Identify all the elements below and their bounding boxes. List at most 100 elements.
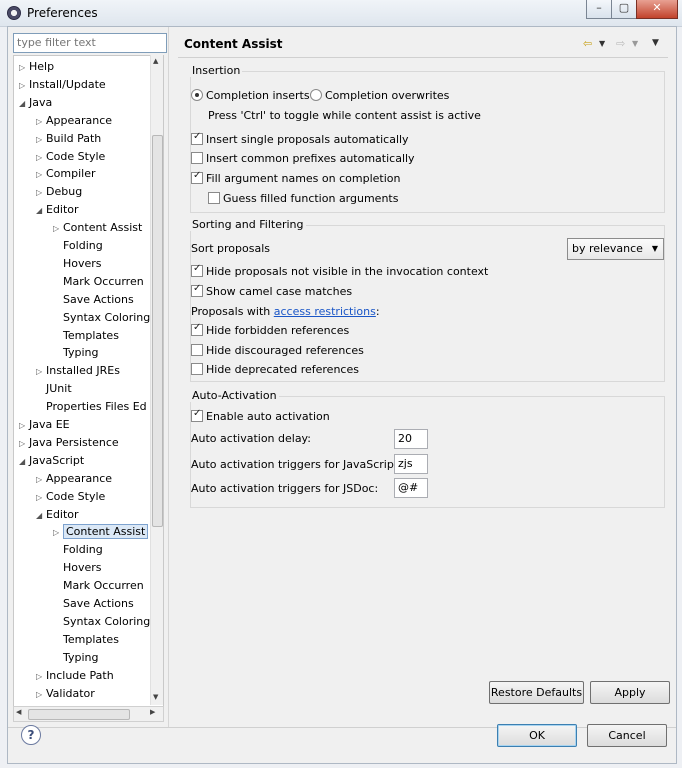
collapsed-twisty-icon[interactable]: ▷ — [36, 489, 46, 506]
hide-discouraged-checkbox[interactable]: Hide discouraged references — [191, 344, 364, 357]
checkbox-indicator[interactable] — [191, 131, 203, 145]
ok-button[interactable]: OK — [497, 724, 577, 747]
tree-item[interactable]: ▷ Java EE — [19, 416, 70, 433]
tree-item[interactable]: ▷ Validator — [36, 685, 95, 702]
auto-delay-input[interactable]: 20 — [394, 429, 428, 449]
scroll-down-icon[interactable]: ▼ — [153, 693, 158, 701]
tree-item[interactable]: Properties Files Ed — [36, 398, 147, 415]
tree-item[interactable]: Folding — [53, 541, 103, 558]
tree-item[interactable]: ▷ Debug — [36, 183, 82, 200]
expanded-twisty-icon[interactable]: ◢ — [19, 453, 29, 470]
insert-common-checkbox[interactable]: Insert common prefixes automatically — [191, 152, 415, 165]
collapsed-twisty-icon[interactable]: ▷ — [36, 471, 46, 488]
collapsed-twisty-icon[interactable]: ▷ — [36, 166, 46, 183]
tree-item[interactable]: Typing — [53, 649, 99, 666]
scroll-left-icon[interactable]: ◀ — [16, 708, 21, 716]
tree-item[interactable]: Folding — [53, 237, 103, 254]
collapsed-twisty-icon[interactable]: ▷ — [36, 184, 46, 201]
tree-item[interactable]: ▷ Help — [19, 58, 54, 75]
expanded-twisty-icon[interactable]: ◢ — [36, 507, 46, 524]
tree-item[interactable]: ◢ Editor — [36, 506, 79, 523]
checkbox-indicator[interactable] — [191, 363, 203, 375]
collapsed-twisty-icon[interactable]: ▷ — [19, 77, 29, 94]
tree-item[interactable]: ▷ Build Path — [36, 130, 101, 147]
radio-indicator[interactable] — [191, 89, 203, 101]
forward-arrow-icon[interactable]: ⇨ — [616, 37, 625, 50]
tree-vertical-scrollbar[interactable]: ▲ ▼ — [150, 55, 163, 705]
tree-item[interactable]: ▷ Code Style — [36, 488, 105, 505]
tree-item[interactable]: Syntax Coloring — [53, 613, 150, 630]
collapsed-twisty-icon[interactable]: ▷ — [36, 149, 46, 166]
collapsed-twisty-icon[interactable]: ▷ — [19, 417, 29, 434]
tree-hscroll-thumb[interactable] — [28, 709, 130, 720]
tree-item[interactable]: ▷ Appearance — [36, 112, 112, 129]
back-dropdown-icon[interactable]: ▼ — [599, 39, 605, 48]
tree-item[interactable]: ▷ Content Assist — [53, 219, 142, 236]
tree-item[interactable]: Save Actions — [53, 595, 134, 612]
collapsed-twisty-icon[interactable]: ▷ — [19, 435, 29, 452]
scroll-right-icon[interactable]: ▶ — [150, 708, 155, 716]
hide-forbidden-checkbox[interactable]: Hide forbidden references — [191, 322, 349, 337]
pane-splitter[interactable] — [168, 27, 169, 727]
collapsed-twisty-icon[interactable]: ▷ — [36, 131, 46, 148]
tree-item[interactable]: ▷ Install/Update — [19, 76, 106, 93]
checkbox-indicator[interactable] — [191, 344, 203, 356]
js-triggers-input[interactable]: zjs — [394, 454, 428, 474]
collapsed-twisty-icon[interactable]: ▷ — [53, 220, 63, 237]
completion-inserts-radio[interactable]: Completion inserts — [191, 89, 310, 102]
checkbox-indicator[interactable] — [191, 152, 203, 164]
tree-item[interactable]: Templates — [53, 631, 119, 648]
completion-overwrites-radio[interactable]: Completion overwrites — [310, 89, 449, 102]
tree-item[interactable]: ◢ Java — [19, 94, 52, 111]
camel-case-checkbox[interactable]: Show camel case matches — [191, 283, 352, 298]
tree-item[interactable]: ◢ JavaScript — [19, 452, 84, 469]
tree-item[interactable]: ▷ Compiler — [36, 165, 96, 182]
guess-filled-checkbox[interactable]: Guess filled function arguments — [208, 192, 398, 205]
tree-item[interactable]: Hovers — [53, 559, 102, 576]
enable-auto-activation-checkbox[interactable]: Enable auto activation — [191, 408, 330, 423]
jsdoc-triggers-input[interactable]: @# — [394, 478, 428, 498]
tree-item[interactable]: ◢ Editor — [36, 201, 79, 218]
checkbox-indicator[interactable] — [208, 192, 220, 204]
collapsed-twisty-icon[interactable]: ▷ — [36, 686, 46, 703]
filter-input[interactable] — [13, 33, 167, 53]
view-menu-icon[interactable]: ▼ — [652, 38, 659, 48]
collapsed-twisty-icon[interactable]: ▷ — [36, 668, 46, 685]
collapsed-twisty-icon[interactable]: ▷ — [53, 524, 63, 541]
checkbox-indicator[interactable] — [191, 263, 203, 277]
radio-indicator[interactable] — [310, 89, 322, 101]
tree-item[interactable]: ▷ Content Assist — [53, 523, 149, 541]
collapsed-twisty-icon[interactable]: ▷ — [19, 59, 29, 76]
apply-button[interactable]: Apply — [590, 681, 670, 704]
sort-proposals-dropdown[interactable]: by relevance ▼ — [567, 238, 664, 260]
tree-horizontal-scrollbar[interactable]: ◀ ▶ — [13, 706, 164, 722]
cancel-button[interactable]: Cancel — [587, 724, 667, 747]
checkbox-indicator[interactable] — [191, 322, 203, 336]
tree-item[interactable]: Syntax Coloring — [53, 309, 150, 326]
fill-argument-checkbox[interactable]: Fill argument names on completion — [191, 170, 400, 185]
tree-item[interactable]: ▷ Code Style — [36, 148, 105, 165]
tree-item[interactable]: Save Actions — [53, 291, 134, 308]
checkbox-indicator[interactable] — [191, 408, 203, 422]
forward-dropdown-icon[interactable]: ▼ — [632, 39, 638, 48]
tree-item[interactable]: Typing — [53, 344, 99, 361]
tree-item[interactable]: Mark Occurren — [53, 577, 144, 594]
minimize-button[interactable]: – — [586, 0, 612, 19]
tree-item[interactable]: ▷ Java Persistence — [19, 434, 119, 451]
expanded-twisty-icon[interactable]: ◢ — [36, 202, 46, 219]
help-icon[interactable]: ? — [21, 725, 41, 745]
tree-item[interactable]: Hovers — [53, 255, 102, 272]
tree-item[interactable]: Templates — [53, 327, 119, 344]
tree-item[interactable]: Mark Occurren — [53, 273, 144, 290]
close-button[interactable]: ✕ — [636, 0, 678, 19]
maximize-button[interactable]: ▢ — [611, 0, 637, 19]
restore-defaults-button[interactable]: Restore Defaults — [489, 681, 584, 704]
hide-deprecated-checkbox[interactable]: Hide deprecated references — [191, 363, 359, 376]
tree-item[interactable]: ▷ Installed JREs — [36, 362, 120, 379]
tree-item[interactable]: JUnit — [36, 380, 72, 397]
insert-single-checkbox[interactable]: Insert single proposals automatically — [191, 131, 409, 146]
tree-item[interactable]: ▷ Include Path — [36, 667, 114, 684]
collapsed-twisty-icon[interactable]: ▷ — [36, 363, 46, 380]
tree-item[interactable]: ▷ Appearance — [36, 470, 112, 487]
checkbox-indicator[interactable] — [191, 170, 203, 184]
